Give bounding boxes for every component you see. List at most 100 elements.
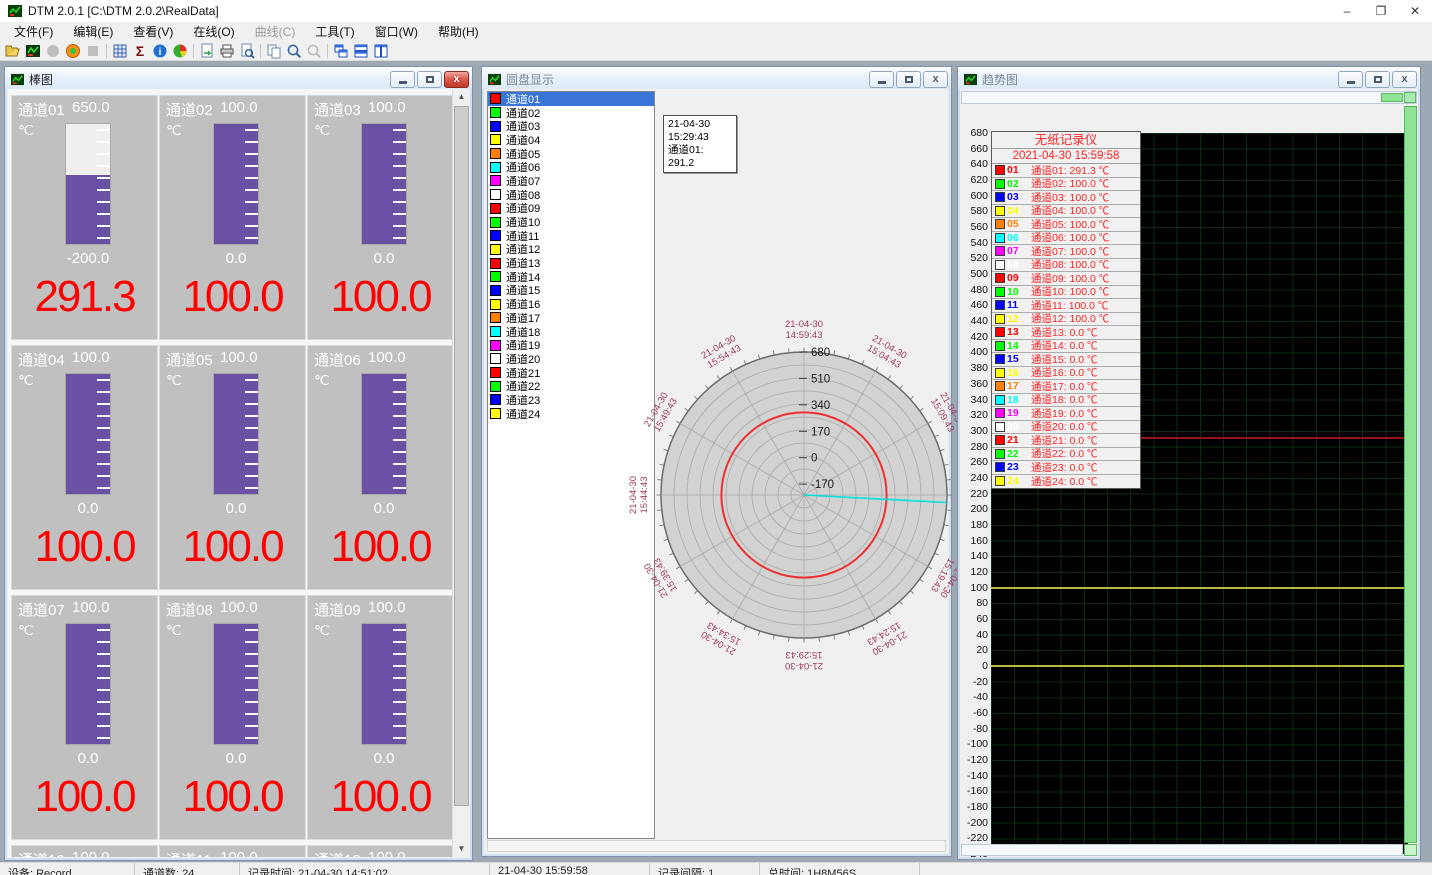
- legend-row-24: 24通道24: 0.0 ℃: [992, 475, 1140, 489]
- legend-color-swatch: [995, 476, 1005, 486]
- record-icon[interactable]: [63, 42, 83, 60]
- close-button[interactable]: ✕: [1398, 0, 1432, 22]
- y-axis-tick-label: 660: [960, 143, 988, 155]
- gauge-max-value: 100.0: [72, 599, 110, 616]
- export-icon[interactable]: [197, 42, 217, 60]
- svg-text:680: 680: [811, 347, 830, 359]
- y-axis-tick-label: 60: [960, 613, 988, 625]
- restore-button[interactable]: ❐: [1364, 0, 1398, 22]
- menu-工具(T)[interactable]: 工具(T): [305, 21, 364, 42]
- legend-channel-number: 22: [1007, 448, 1031, 460]
- menu-窗口(W)[interactable]: 窗口(W): [365, 21, 428, 42]
- gauge-ticks: [393, 129, 406, 241]
- svg-text:340: 340: [811, 400, 830, 412]
- disc-horizontal-scrollbar[interactable]: [487, 840, 946, 852]
- print-preview-icon[interactable]: [237, 42, 257, 60]
- menu-帮助(H)[interactable]: 帮助(H): [428, 21, 489, 42]
- print-icon[interactable]: [217, 42, 237, 60]
- disc-window-titlebar[interactable]: 圆盘显示 x: [482, 67, 951, 89]
- table-icon[interactable]: [110, 42, 130, 60]
- channel-color-swatch: [490, 367, 501, 378]
- bar-maximize-button[interactable]: [417, 71, 442, 88]
- bar-window-titlebar[interactable]: 棒图 x: [5, 67, 472, 89]
- menu-编辑(E)[interactable]: 编辑(E): [63, 21, 123, 42]
- y-axis-tick-label: 120: [960, 566, 988, 578]
- legend-row-23: 23通道23: 0.0 ℃: [992, 461, 1140, 475]
- svg-text:21-04-30: 21-04-30: [628, 476, 639, 514]
- y-axis-tick-label: 340: [960, 394, 988, 406]
- scroll-up-arrow-icon[interactable]: ▲: [453, 89, 469, 105]
- trend-window-titlebar[interactable]: 趋势图 x: [958, 67, 1420, 89]
- app-chart-icon[interactable]: [23, 42, 43, 60]
- bar-vertical-scrollbar[interactable]: ▲ ▼: [452, 89, 469, 857]
- y-axis-tick-label: -20: [960, 676, 988, 688]
- open-icon[interactable]: [3, 42, 23, 60]
- gauge-max-value: 100.0: [368, 349, 406, 366]
- minimize-button[interactable]: –: [1330, 0, 1364, 22]
- bar-close-button[interactable]: x: [444, 71, 469, 88]
- info-icon[interactable]: i: [150, 42, 170, 60]
- y-axis-tick-label: 40: [960, 629, 988, 641]
- svg-text:-170: -170: [811, 479, 834, 491]
- legend-color-swatch: [995, 408, 1005, 418]
- gauge-max-value: 650.0: [72, 99, 110, 116]
- disc-maximize-button[interactable]: [896, 71, 921, 88]
- y-axis-tick-label: 400: [960, 346, 988, 358]
- bar-minimize-button[interactable]: [390, 71, 415, 88]
- y-axis-tick-label: 520: [960, 252, 988, 264]
- y-axis-tick-label: -100: [960, 738, 988, 750]
- trend-minimize-button[interactable]: [1338, 71, 1363, 88]
- gauge-reading: 100.0: [160, 772, 305, 822]
- trend-horizontal-scrollbar[interactable]: [961, 91, 1417, 104]
- gauge-track: [213, 373, 259, 495]
- disc-minimize-button[interactable]: [869, 71, 894, 88]
- channel-name: 通道09: [314, 599, 361, 620]
- channel-name: 通道02: [166, 99, 213, 120]
- legend-channel-number: 16: [1007, 367, 1031, 379]
- menu-曲线(C): 曲线(C): [245, 21, 306, 42]
- y-axis-tick-label: 140: [960, 550, 988, 562]
- menu-在线(O)[interactable]: 在线(O): [183, 21, 244, 42]
- y-axis-tick-label: 260: [960, 456, 988, 468]
- trend-line: [991, 587, 1408, 589]
- gauge-max-value: 100.0: [72, 349, 110, 366]
- legend-channel-number: 23: [1007, 461, 1031, 473]
- trend-maximize-button[interactable]: [1365, 71, 1390, 88]
- gauge-max-value: 100.0: [220, 99, 258, 116]
- sigma-icon[interactable]: Σ: [130, 42, 150, 60]
- trend-bottom-scrollbar[interactable]: [961, 844, 1403, 856]
- legend-channel-number: 19: [1007, 407, 1031, 419]
- dtm-application: DTM 2.0.1 [C:\DTM 2.0.2\RealData] – ❐ ✕ …: [0, 0, 1432, 875]
- disc-close-button[interactable]: x: [923, 71, 948, 88]
- y-axis-tick-label: 640: [960, 158, 988, 170]
- tile-vertical-icon[interactable]: [371, 42, 391, 60]
- menu-查看(V)[interactable]: 查看(V): [123, 21, 183, 42]
- gauge-ticks: [97, 129, 110, 241]
- scroll-down-arrow-icon[interactable]: ▼: [453, 841, 469, 857]
- svg-text:510: 510: [811, 373, 830, 385]
- legend-color-swatch: [995, 462, 1005, 472]
- legend-channel-number: 17: [1007, 380, 1031, 392]
- trend-legend: 无纸记录仪 2021-04-30 15:59:58 01通道01: 291.3 …: [991, 131, 1141, 489]
- x-axis-tick-label: 15:59:40: [1264, 856, 1305, 857]
- pie-chart-icon[interactable]: [170, 42, 190, 60]
- scroll-right-arrow-icon[interactable]: [1404, 92, 1416, 103]
- menu-文件(F)[interactable]: 文件(F): [4, 21, 63, 42]
- cascade-windows-icon[interactable]: [331, 42, 351, 60]
- gauge-unit: ℃: [314, 372, 330, 389]
- zoom-icon[interactable]: [284, 42, 304, 60]
- copy-icon[interactable]: [264, 42, 284, 60]
- channel-color-swatch: [490, 244, 501, 255]
- gauge-track: [65, 623, 111, 745]
- legend-color-swatch: [995, 327, 1005, 337]
- channel-color-swatch: [490, 121, 501, 132]
- trend-close-button[interactable]: x: [1392, 71, 1417, 88]
- tile-horizontal-icon[interactable]: [351, 42, 371, 60]
- svg-text:0: 0: [811, 453, 817, 465]
- y-axis-tick-label: 20: [960, 644, 988, 656]
- scrollbar-thumb[interactable]: [454, 106, 469, 806]
- bar-window-body: 通道01650.0℃-200.0291.3通道02100.0℃0.0100.0通…: [8, 89, 469, 857]
- scrollbar-thumb[interactable]: [1381, 93, 1403, 102]
- trend-vertical-scrollbar[interactable]: [1404, 106, 1417, 843]
- gauge-max-value: 100.0: [220, 349, 258, 366]
